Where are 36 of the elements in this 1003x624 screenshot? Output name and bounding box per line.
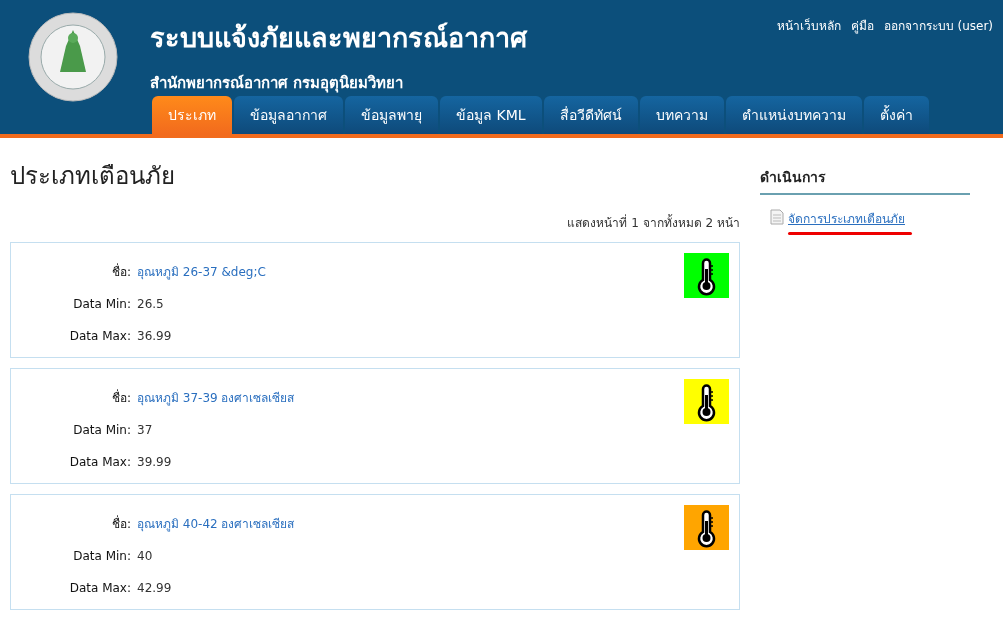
field-value: 26.5 bbox=[137, 296, 164, 311]
page-title: ประเภทเตือนภัย bbox=[10, 161, 176, 192]
field-label: Data Min: bbox=[72, 296, 131, 311]
field-label: ชื่อ: bbox=[110, 388, 131, 407]
sidebar-title: ดำเนินการ bbox=[760, 166, 970, 195]
nav-tab[interactable]: ข้อมูลพายุ bbox=[345, 96, 438, 134]
alert-name-link[interactable]: อุณหภูมิ 26-37 &deg;C bbox=[137, 262, 266, 281]
field-label: Data Min: bbox=[72, 548, 131, 563]
pagination-text: แสดงหน้าที่ 1 จากทั้งหมด 2 หน้า bbox=[566, 213, 740, 232]
document-icon bbox=[770, 209, 784, 225]
field-label: ชื่อ: bbox=[110, 262, 131, 281]
sidebar-link[interactable]: จัดการประเภทเตือนภัย bbox=[788, 209, 912, 228]
emblem-logo-icon bbox=[28, 12, 118, 102]
header-link[interactable]: คู่มือ bbox=[850, 16, 874, 96]
nav-tab[interactable]: ข้อมูลอากาศ bbox=[234, 96, 343, 134]
alert-name-link[interactable]: อุณหภูมิ 37-39 องศาเซลเซียส bbox=[137, 388, 295, 407]
field-label: Data Min: bbox=[72, 422, 131, 437]
nav-tab[interactable]: สื่อวีดีทัศน์ bbox=[543, 96, 638, 134]
nav-tab[interactable]: ข้อมูล KML bbox=[440, 96, 542, 134]
nav-tab[interactable]: ตั้งค่า bbox=[863, 96, 929, 134]
nav-tab[interactable]: บทความ bbox=[639, 96, 724, 134]
site-subtitle: สำนักพยากรณ์อากาศ กรมอุตุนิยมวิทยา bbox=[150, 73, 405, 95]
field-label: Data Max: bbox=[68, 580, 131, 595]
field-label: Data Max: bbox=[68, 328, 131, 343]
site-title: ระบบแจ้งภัยและพยากรณ์อากาศ bbox=[150, 21, 527, 55]
field-value: 40 bbox=[137, 548, 153, 563]
field-value: 37 bbox=[137, 422, 153, 437]
field-value: 42.99 bbox=[137, 580, 172, 595]
field-label: ชื่อ: bbox=[110, 514, 131, 533]
field-label: Data Max: bbox=[68, 454, 131, 469]
nav-tab[interactable]: ตำแหน่งบทความ bbox=[725, 96, 862, 134]
field-value: 39.99 bbox=[137, 454, 172, 469]
header-link[interactable]: ออกจากระบบ (user) bbox=[883, 16, 993, 96]
alert-name-link[interactable]: อุณหภูมิ 40-42 องศาเซลเซียส bbox=[137, 514, 295, 533]
field-value: 36.99 bbox=[137, 328, 172, 343]
header-link[interactable]: หน้าเว็บหลัก bbox=[776, 16, 841, 96]
